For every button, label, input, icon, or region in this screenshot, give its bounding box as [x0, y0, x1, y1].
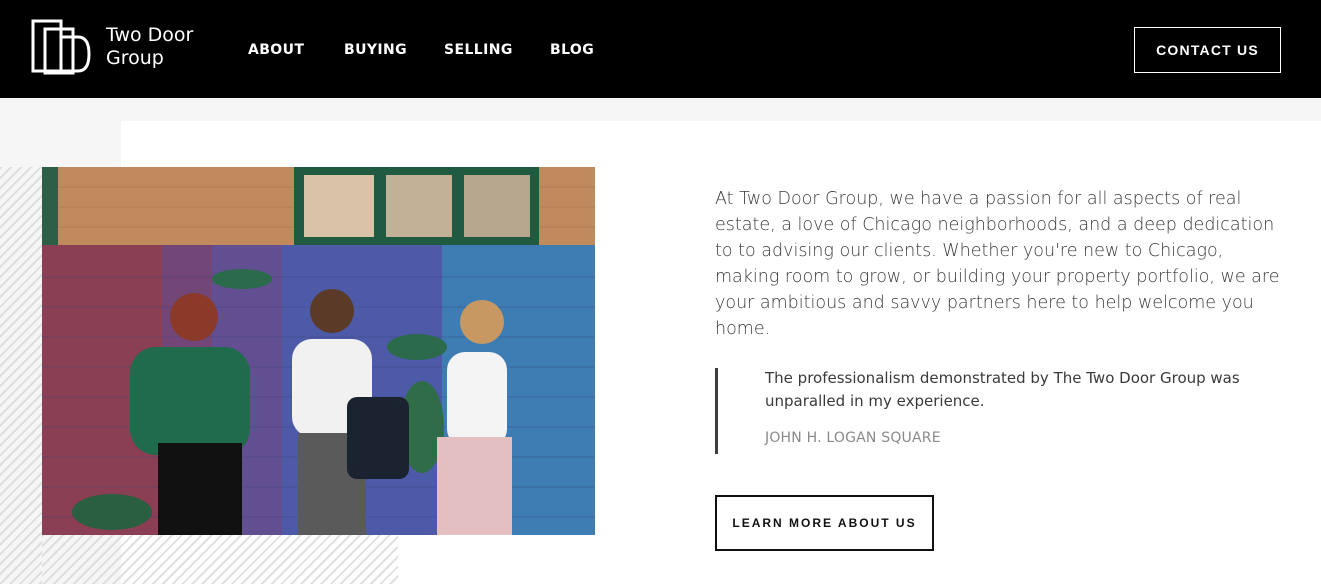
nav-blog[interactable]: BLOG [550, 42, 594, 58]
team-photo [42, 167, 595, 535]
learn-more-button[interactable]: LEARN MORE ABOUT US [715, 495, 934, 551]
brand-name[interactable]: Two Door Group [106, 24, 193, 70]
nav-about[interactable]: ABOUT [248, 42, 304, 58]
nav-buying[interactable]: BUYING [344, 42, 407, 58]
brand-name-line2: Group [106, 47, 164, 69]
decorative-hatch-left [0, 167, 42, 584]
nav-selling[interactable]: SELLING [444, 42, 513, 58]
testimonial-bar [715, 368, 718, 454]
contact-us-button[interactable]: CONTACT US [1134, 27, 1281, 73]
decorative-hatch-bottom [42, 535, 398, 584]
brand-name-line1: Two Door [106, 24, 194, 46]
testimonial-quote: The professionalism demonstrated by The … [765, 369, 1240, 410]
site-header: Two Door Group ABOUT BUYING SELLING BLOG… [0, 0, 1321, 98]
two-door-logo-icon[interactable] [31, 19, 91, 75]
testimonial-author: JOHN H. LOGAN SQUARE [765, 430, 941, 446]
intro-paragraph: At Two Door Group, we have a passion for… [715, 189, 1280, 339]
